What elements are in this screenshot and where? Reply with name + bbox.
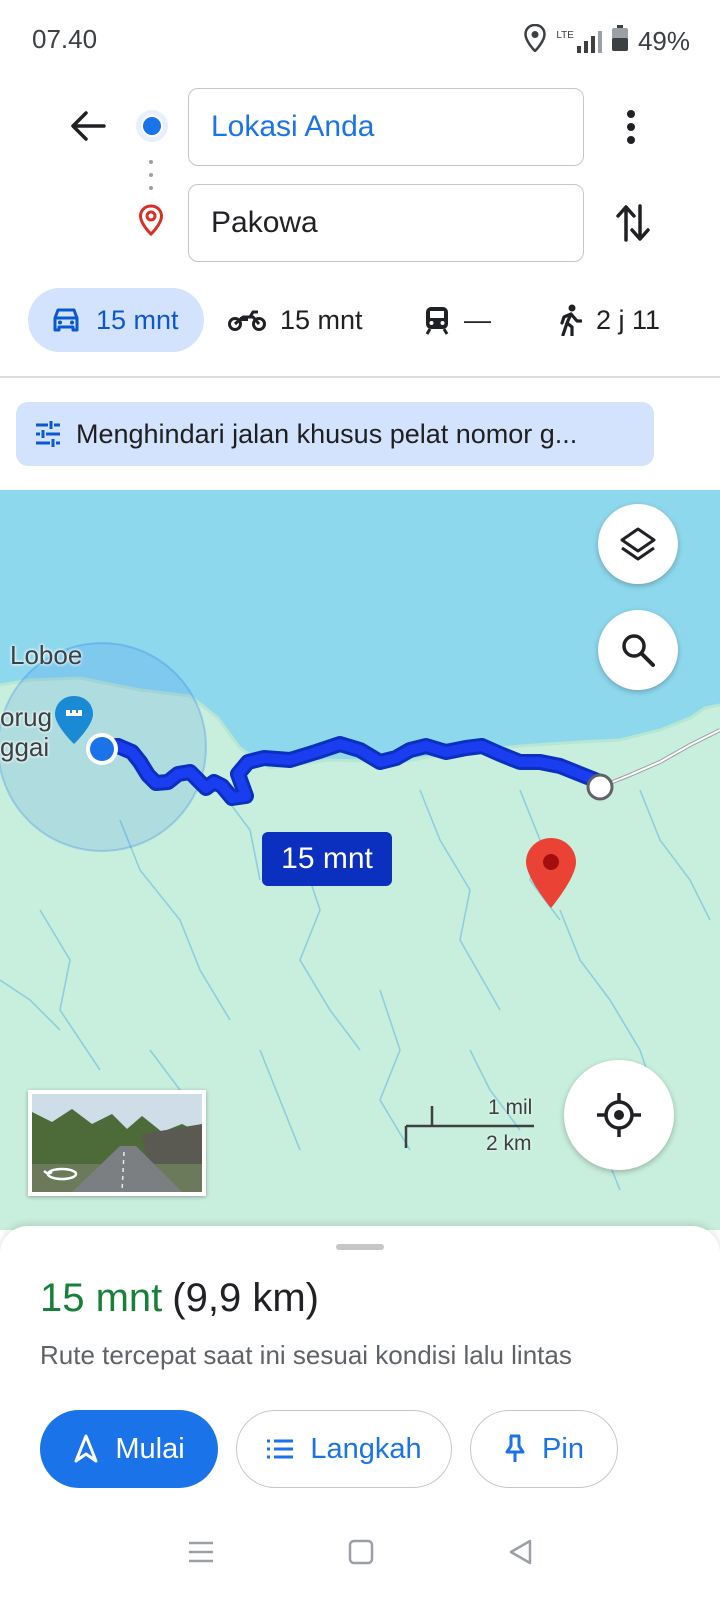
mode-walk-tab[interactable]: 2 j 11: [558, 288, 660, 352]
system-back-button[interactable]: [507, 1538, 533, 1571]
battery-percent: 49%: [637, 26, 690, 56]
train-icon: [425, 307, 449, 335]
steps-button[interactable]: Langkah: [236, 1410, 452, 1488]
back-button[interactable]: [62, 100, 114, 152]
car-icon: [53, 308, 79, 332]
mode-walk-label: 2 j 11: [596, 304, 661, 335]
tune-icon: [36, 421, 60, 447]
scale-metric: 2 km: [486, 1132, 532, 1155]
street-view-thumbnail[interactable]: [28, 1090, 206, 1196]
mode-transit-tab[interactable]: —: [424, 288, 491, 352]
eta-time: 15 mnt: [40, 1276, 163, 1320]
layers-icon: [620, 527, 656, 561]
origin-dot-icon: [136, 110, 168, 142]
home-button[interactable]: [348, 1539, 374, 1570]
navigation-arrow-icon: [74, 1434, 98, 1463]
route-duration-badge[interactable]: 15 mnt: [262, 832, 392, 886]
walking-icon: [560, 304, 582, 336]
start-navigation-label: Mulai: [115, 1432, 185, 1465]
start-navigation-button[interactable]: Mulai: [40, 1410, 218, 1488]
mode-car-label: 15 mnt: [96, 304, 179, 335]
layers-button[interactable]: [598, 504, 678, 584]
more-vert-icon: [627, 110, 635, 144]
status-icons: LTE 49%: [524, 23, 690, 59]
route-description: Rute tercepat saat ini sesuai kondisi la…: [40, 1340, 572, 1370]
swap-button[interactable]: [606, 196, 660, 250]
signal-icon: LTE: [556, 30, 602, 53]
mode-transit-label: —: [464, 304, 491, 335]
eta-distance: (9,9 km): [172, 1276, 319, 1320]
pin-button[interactable]: Pin: [470, 1410, 618, 1488]
route-options-label: Menghindari jalan khusus pelat nomor g..…: [76, 418, 578, 449]
search-icon: [622, 634, 655, 667]
route-options-chip[interactable]: Menghindari jalan khusus pelat nomor g..…: [16, 402, 654, 466]
more-options-button[interactable]: [606, 102, 656, 152]
map-label-poi-line2: ggai: [0, 732, 50, 762]
back-triangle-icon: [510, 1539, 532, 1564]
recents-button[interactable]: [187, 1541, 215, 1568]
home-square-icon: [348, 1539, 374, 1564]
map-label-poi-line1[interactable]: orug: [0, 702, 52, 733]
battery-icon: [611, 25, 628, 58]
menu-icon: [188, 1541, 213, 1562]
arrow-back-icon: [71, 111, 106, 141]
steps-label: Langkah: [310, 1432, 422, 1465]
pin-label: Pin: [542, 1432, 584, 1465]
status-time: 07.40: [32, 24, 98, 54]
destination-pin-icon: [138, 204, 164, 241]
origin-field[interactable]: Lokasi Anda: [188, 88, 584, 166]
search-along-route-button[interactable]: [598, 610, 678, 690]
scale-imperial: 1 mil: [488, 1096, 533, 1119]
map-label-loboe[interactable]: Loboe: [10, 640, 82, 671]
motorcycle-icon: [228, 310, 266, 331]
list-icon: [267, 1439, 294, 1459]
mode-motorcycle-label: 15 mnt: [280, 304, 363, 335]
system-nav-bar: [0, 1508, 720, 1600]
pin-icon: [505, 1434, 525, 1462]
swap-vert-icon: [616, 204, 650, 242]
mode-car-tab[interactable]: 15 mnt: [28, 288, 204, 352]
sheet-drag-handle[interactable]: [336, 1244, 384, 1250]
map-view[interactable]: Loboe orug ggai 15 mnt 1 mil 2 km: [0, 490, 720, 1230]
mode-motorcycle-tab[interactable]: 15 mnt: [228, 288, 363, 352]
my-location-icon: [597, 1093, 641, 1137]
eta-line: 15 mnt (9,9 km): [40, 1276, 319, 1321]
header-divider: [0, 376, 720, 378]
location-icon: [524, 23, 547, 59]
route-connector: [149, 160, 153, 190]
destination-field[interactable]: Pakowa: [188, 184, 584, 262]
my-location-button[interactable]: [564, 1060, 674, 1170]
